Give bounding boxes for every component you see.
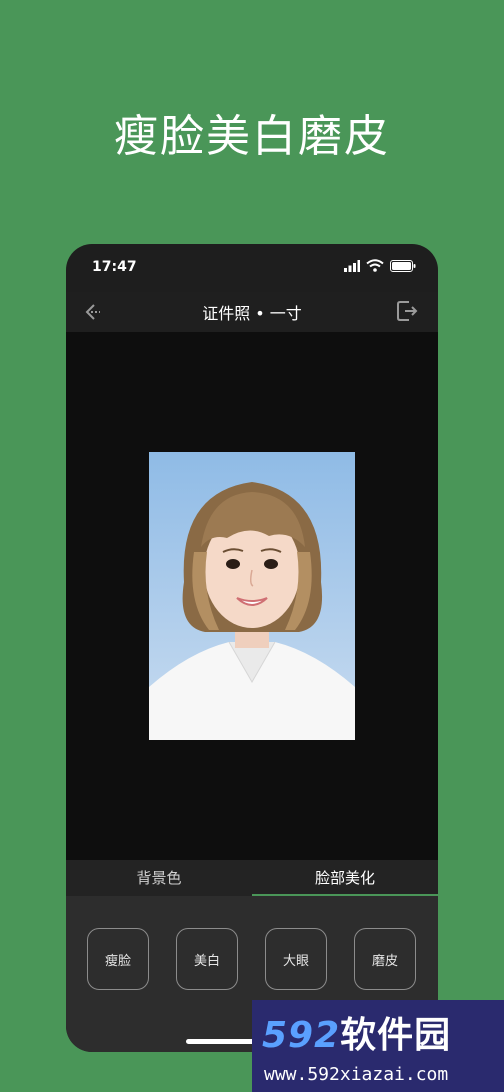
status-time: 17:47 xyxy=(92,259,137,275)
smooth-skin-button[interactable]: 磨皮 xyxy=(354,928,416,990)
photo-canvas xyxy=(66,332,438,860)
big-eyes-button[interactable]: 大眼 xyxy=(265,928,327,990)
watermark: 592软件园 www.592xiazai.com xyxy=(252,1000,504,1092)
id-photo[interactable] xyxy=(149,452,355,740)
watermark-text: 软件园 xyxy=(340,1015,452,1056)
edit-tabs: 背景色 脸部美化 xyxy=(66,860,438,896)
page-title: 证件照 • 一寸 xyxy=(202,304,302,323)
portrait-illustration xyxy=(149,482,355,740)
nav-bar: 证件照 • 一寸 xyxy=(66,292,438,332)
export-icon[interactable] xyxy=(394,298,420,324)
watermark-number: 592 xyxy=(262,1015,341,1056)
headline: 瘦脸美白磨皮 xyxy=(114,111,390,162)
wifi-icon xyxy=(366,259,384,272)
status-bar: 17:47 xyxy=(66,244,438,292)
battery-icon xyxy=(390,259,416,272)
slim-face-button[interactable]: 瘦脸 xyxy=(87,928,149,990)
watermark-brand: 592软件园 xyxy=(262,1006,451,1058)
phone-frame: 17:47 证件照 • 一寸 背景色 脸部美化 瘦脸 美白 大眼 磨皮 xyxy=(66,244,438,1052)
tab-face-beautify[interactable]: 脸部美化 xyxy=(252,860,438,896)
status-icons xyxy=(344,259,416,272)
whiten-button[interactable]: 美白 xyxy=(176,928,238,990)
tab-background-color[interactable]: 背景色 xyxy=(66,860,252,896)
signal-icon xyxy=(344,259,360,272)
watermark-url: www.592xiazai.com xyxy=(264,1064,449,1085)
